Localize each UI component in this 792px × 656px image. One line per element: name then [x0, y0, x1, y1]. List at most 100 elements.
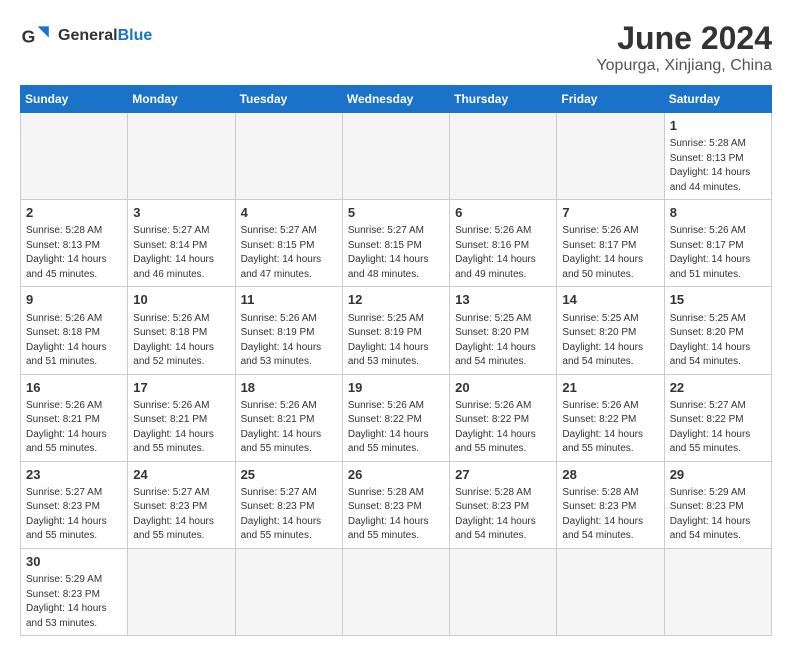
logo: G GeneralBlue [20, 20, 152, 52]
calendar-table: SundayMondayTuesdayWednesdayThursdayFrid… [20, 85, 772, 636]
day-cell: 24 Sunrise: 5:27 AM Sunset: 8:23 PM Dayli… [128, 461, 235, 548]
day-cell: 13Sunrise: 5:25 AM Sunset: 8:20 PM Dayli… [450, 287, 557, 374]
day-info: Sunrise: 5:28 AM Sunset: 8:13 PM Dayligh… [26, 224, 122, 282]
day-cell: 18Sunrise: 5:26 AM Sunset: 8:21 PM Dayli… [235, 374, 342, 461]
weekday-header-row: SundayMondayTuesdayWednesdayThursdayFrid… [21, 86, 772, 113]
day-info: Sunrise: 5:26 AM Sunset: 8:22 PM Dayligh… [348, 399, 444, 457]
day-number: 4 [241, 204, 337, 222]
week-row-5: 23 Sunrise: 5:27 AM Sunset: 8:23 PM Dayli… [21, 461, 772, 548]
day-number: 23 [26, 466, 122, 484]
day-number: 28 [562, 466, 658, 484]
day-cell: 28Sunrise: 5:28 AM Sunset: 8:23 PM Dayli… [557, 461, 664, 548]
weekday-header-tuesday: Tuesday [235, 86, 342, 113]
day-cell: 7 Sunrise: 5:26 AM Sunset: 8:17 PM Daylig… [557, 200, 664, 287]
day-info: Sunrise: 5:26 AM Sunset: 8:21 PM Dayligh… [26, 399, 122, 457]
day-number: 15 [670, 291, 766, 309]
svg-text:G: G [22, 26, 36, 46]
day-info: Sunrise: 5:25 AM Sunset: 8:20 PM Dayligh… [562, 312, 658, 370]
day-cell: 5 Sunrise: 5:27 AM Sunset: 8:15 PM Daylig… [342, 200, 449, 287]
day-cell: 17Sunrise: 5:26 AM Sunset: 8:21 PM Dayli… [128, 374, 235, 461]
day-cell [128, 548, 235, 635]
day-cell: 27 Sunrise: 5:28 AM Sunset: 8:23 PM Dayli… [450, 461, 557, 548]
weekday-header-friday: Friday [557, 86, 664, 113]
day-info: Sunrise: 5:29 AM Sunset: 8:23 PM Dayligh… [26, 573, 122, 631]
day-cell [557, 113, 664, 200]
day-cell: 3Sunrise: 5:27 AM Sunset: 8:14 PM Daylig… [128, 200, 235, 287]
title-block: June 2024 Yopurga, Xinjiang, China [596, 20, 772, 75]
day-number: 7 [562, 204, 658, 222]
day-number: 26 [348, 466, 444, 484]
week-row-1: 1Sunrise: 5:28 AM Sunset: 8:13 PM Daylig… [21, 113, 772, 200]
day-info: Sunrise: 5:26 AM Sunset: 8:16 PM Dayligh… [455, 224, 551, 282]
day-number: 19 [348, 379, 444, 397]
day-cell [128, 113, 235, 200]
day-cell: 16 Sunrise: 5:26 AM Sunset: 8:21 PM Dayli… [21, 374, 128, 461]
day-info: Sunrise: 5:27 AM Sunset: 8:23 PM Dayligh… [241, 486, 337, 544]
day-number: 2 [26, 204, 122, 222]
day-number: 6 [455, 204, 551, 222]
day-info: Sunrise: 5:27 AM Sunset: 8:15 PM Dayligh… [348, 224, 444, 282]
day-info: Sunrise: 5:26 AM Sunset: 8:19 PM Dayligh… [241, 312, 337, 370]
day-info: Sunrise: 5:27 AM Sunset: 8:15 PM Dayligh… [241, 224, 337, 282]
day-number: 9 [26, 291, 122, 309]
month-title: June 2024 [596, 20, 772, 57]
day-cell: 14 Sunrise: 5:25 AM Sunset: 8:20 PM Dayli… [557, 287, 664, 374]
day-number: 14 [562, 291, 658, 309]
day-number: 5 [348, 204, 444, 222]
day-number: 30 [26, 553, 122, 571]
weekday-header-thursday: Thursday [450, 86, 557, 113]
day-number: 16 [26, 379, 122, 397]
day-info: Sunrise: 5:26 AM Sunset: 8:21 PM Dayligh… [133, 399, 229, 457]
day-cell: 8 Sunrise: 5:26 AM Sunset: 8:17 PM Daylig… [664, 200, 771, 287]
day-info: Sunrise: 5:26 AM Sunset: 8:17 PM Dayligh… [670, 224, 766, 282]
week-row-2: 2 Sunrise: 5:28 AM Sunset: 8:13 PM Daylig… [21, 200, 772, 287]
day-cell: 12Sunrise: 5:25 AM Sunset: 8:19 PM Dayli… [342, 287, 449, 374]
week-row-6: 30 Sunrise: 5:29 AM Sunset: 8:23 PM Dayli… [21, 548, 772, 635]
week-row-3: 9 Sunrise: 5:26 AM Sunset: 8:18 PM Daylig… [21, 287, 772, 374]
logo-icon: G [20, 20, 52, 52]
day-cell: 4 Sunrise: 5:27 AM Sunset: 8:15 PM Daylig… [235, 200, 342, 287]
day-info: Sunrise: 5:27 AM Sunset: 8:23 PM Dayligh… [26, 486, 122, 544]
day-cell [557, 548, 664, 635]
day-cell [342, 113, 449, 200]
day-number: 27 [455, 466, 551, 484]
day-number: 24 [133, 466, 229, 484]
week-row-4: 16 Sunrise: 5:26 AM Sunset: 8:21 PM Dayli… [21, 374, 772, 461]
day-number: 22 [670, 379, 766, 397]
weekday-header-saturday: Saturday [664, 86, 771, 113]
day-cell: 6 Sunrise: 5:26 AM Sunset: 8:16 PM Daylig… [450, 200, 557, 287]
day-info: Sunrise: 5:29 AM Sunset: 8:23 PM Dayligh… [670, 486, 766, 544]
day-info: Sunrise: 5:26 AM Sunset: 8:21 PM Dayligh… [241, 399, 337, 457]
day-number: 29 [670, 466, 766, 484]
day-number: 3 [133, 204, 229, 222]
day-cell: 11 Sunrise: 5:26 AM Sunset: 8:19 PM Dayli… [235, 287, 342, 374]
day-info: Sunrise: 5:26 AM Sunset: 8:17 PM Dayligh… [562, 224, 658, 282]
location: Yopurga, Xinjiang, China [596, 57, 772, 75]
day-cell [450, 548, 557, 635]
day-info: Sunrise: 5:28 AM Sunset: 8:13 PM Dayligh… [670, 137, 766, 195]
page-header: G GeneralBlue June 2024 Yopurga, Xinjian… [20, 20, 772, 75]
day-number: 11 [241, 291, 337, 309]
day-cell: 21Sunrise: 5:26 AM Sunset: 8:22 PM Dayli… [557, 374, 664, 461]
day-cell: 9 Sunrise: 5:26 AM Sunset: 8:18 PM Daylig… [21, 287, 128, 374]
day-cell [21, 113, 128, 200]
day-info: Sunrise: 5:27 AM Sunset: 8:22 PM Dayligh… [670, 399, 766, 457]
day-info: Sunrise: 5:27 AM Sunset: 8:23 PM Dayligh… [133, 486, 229, 544]
day-cell [235, 113, 342, 200]
day-cell [235, 548, 342, 635]
weekday-header-monday: Monday [128, 86, 235, 113]
day-number: 25 [241, 466, 337, 484]
day-info: Sunrise: 5:28 AM Sunset: 8:23 PM Dayligh… [348, 486, 444, 544]
day-cell: 2 Sunrise: 5:28 AM Sunset: 8:13 PM Daylig… [21, 200, 128, 287]
day-info: Sunrise: 5:26 AM Sunset: 8:18 PM Dayligh… [26, 312, 122, 370]
day-number: 8 [670, 204, 766, 222]
day-number: 20 [455, 379, 551, 397]
day-cell [450, 113, 557, 200]
day-number: 12 [348, 291, 444, 309]
day-info: Sunrise: 5:25 AM Sunset: 8:20 PM Dayligh… [455, 312, 551, 370]
day-cell: 30 Sunrise: 5:29 AM Sunset: 8:23 PM Dayli… [21, 548, 128, 635]
day-cell: 23 Sunrise: 5:27 AM Sunset: 8:23 PM Dayli… [21, 461, 128, 548]
day-info: Sunrise: 5:26 AM Sunset: 8:22 PM Dayligh… [455, 399, 551, 457]
day-info: Sunrise: 5:28 AM Sunset: 8:23 PM Dayligh… [455, 486, 551, 544]
weekday-header-sunday: Sunday [21, 86, 128, 113]
